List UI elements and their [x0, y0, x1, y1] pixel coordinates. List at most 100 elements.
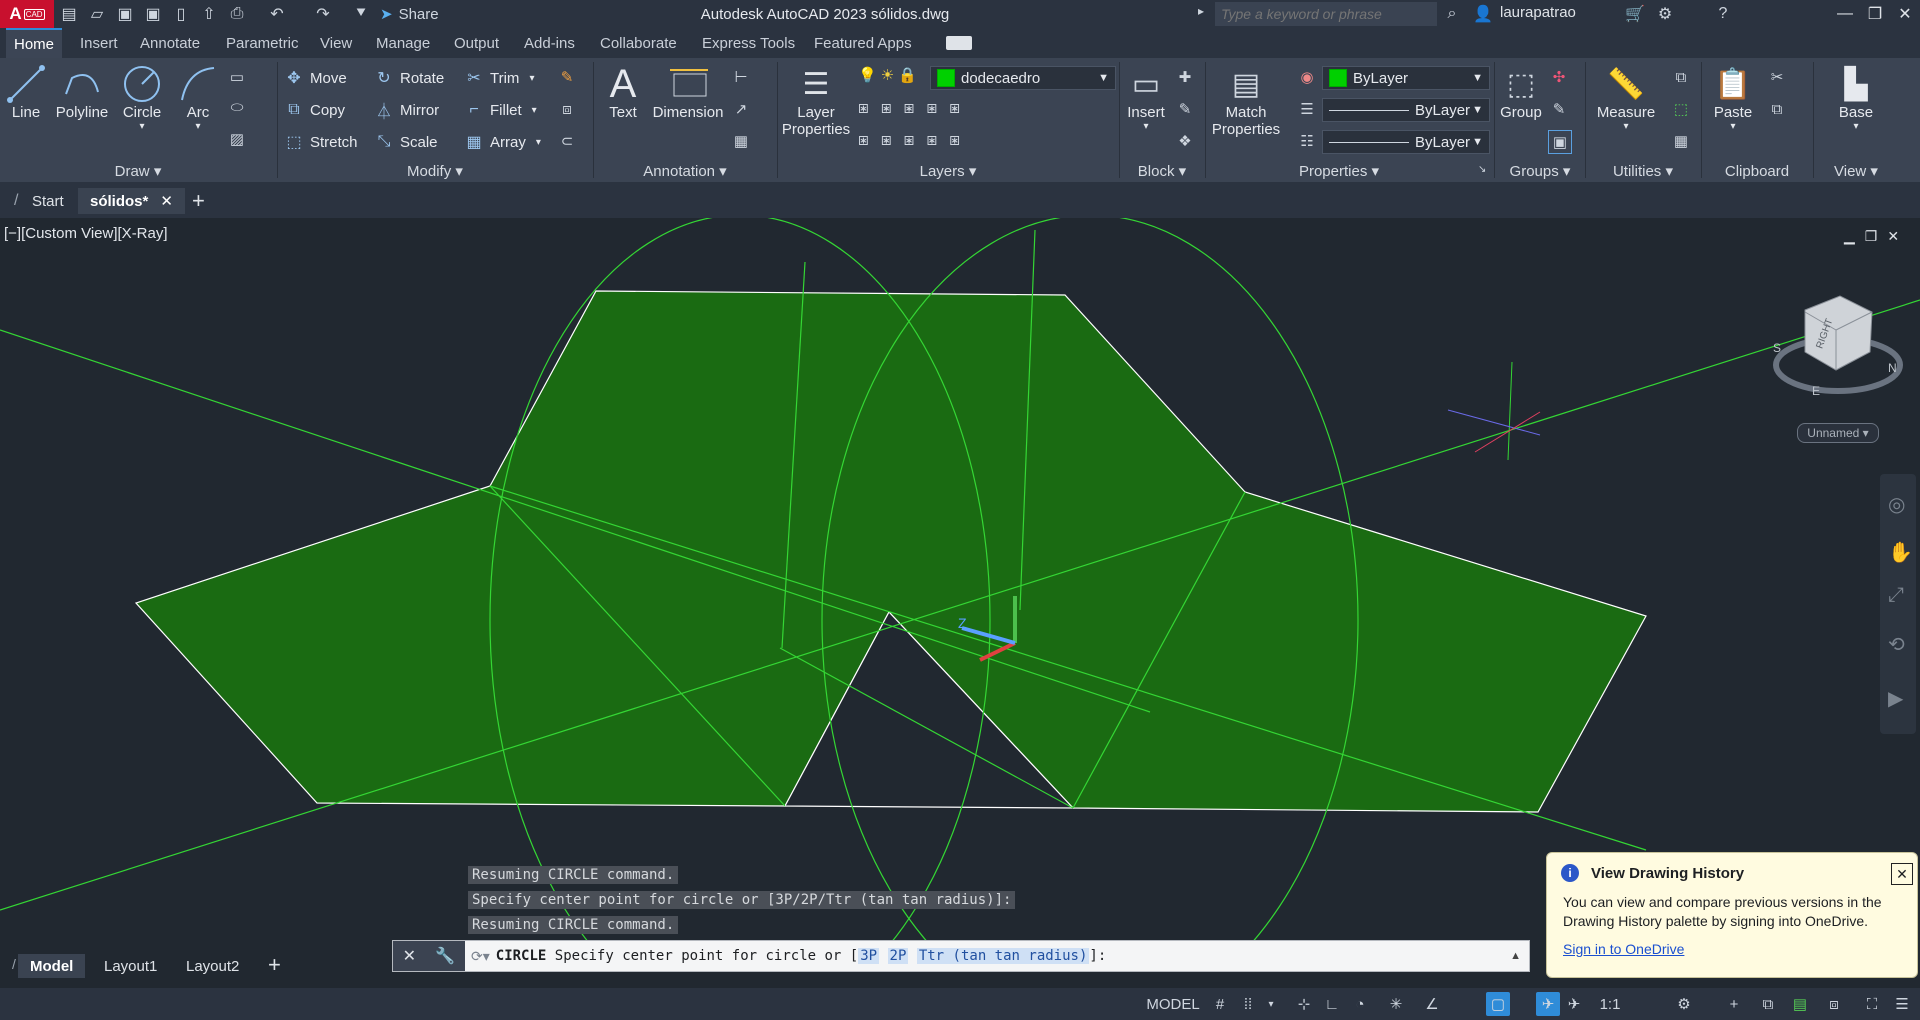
tab-solidos[interactable]: sólidos* ✕: [78, 188, 185, 214]
groups-panel-title[interactable]: Groups ▾: [1496, 161, 1584, 181]
viewport-close-icon[interactable]: ✕: [1887, 228, 1899, 245]
showmotion-icon[interactable]: ▶: [1888, 686, 1903, 711]
restore-icon[interactable]: ❐: [1860, 0, 1890, 28]
drawing-canvas[interactable]: Z RIGHT S N E: [0, 218, 1920, 948]
object-snap-tracking-icon[interactable]: ∠: [1420, 992, 1444, 1016]
option-3p[interactable]: 3P: [858, 948, 880, 964]
tab-parametric[interactable]: Parametric: [218, 28, 307, 58]
snap-icon[interactable]: ⁞⁞: [1236, 992, 1260, 1016]
tab-menu-icon[interactable]: /: [12, 956, 16, 972]
lightbulb-icon[interactable]: 💡: [858, 66, 877, 84]
polar-tracking-icon[interactable]: ◔: [1348, 992, 1372, 1016]
circle-button[interactable]: Circle ▾: [116, 64, 168, 132]
autodesk-app-icon[interactable]: ⚙: [1654, 3, 1676, 25]
user-icon[interactable]: 👤: [1472, 3, 1494, 25]
layer-tool-icon[interactable]: ⧆: [904, 98, 915, 118]
command-line[interactable]: ✕ 🔧 ⟳▾ CIRCLE Specify center point for c…: [392, 940, 1530, 972]
group-edit-icon[interactable]: ✎: [1548, 98, 1570, 120]
pan-hand-icon[interactable]: ✋: [1888, 540, 1913, 565]
ungroup-icon[interactable]: ✣: [1548, 66, 1570, 88]
insert-button[interactable]: ▭ Insert ▾: [1122, 64, 1170, 133]
dimension-button[interactable]: Dimension: [652, 64, 724, 121]
erase-icon[interactable]: ✎: [556, 66, 578, 88]
group-select-icon[interactable]: ▣: [1548, 130, 1572, 154]
steering-wheel-icon[interactable]: ◎: [1888, 492, 1905, 517]
stretch-button[interactable]: ⬚ Stretch: [284, 130, 357, 154]
measure-button[interactable]: 📏 Measure ▾: [1590, 64, 1662, 133]
line-button[interactable]: Line: [6, 64, 46, 121]
lineweight-icon[interactable]: ☷: [1296, 130, 1318, 152]
search-box[interactable]: [1215, 2, 1437, 26]
dynamic-ucs-icon[interactable]: ▢: [1486, 992, 1510, 1016]
close-icon[interactable]: ✕: [1890, 0, 1920, 28]
tab-add-ins[interactable]: Add-ins: [516, 28, 583, 58]
zoom-extents-icon[interactable]: ⤢: [1888, 584, 1904, 607]
close-tab-icon[interactable]: ✕: [160, 192, 173, 210]
layer-tool-icon[interactable]: ⧆: [949, 98, 960, 118]
minimize-icon[interactable]: —: [1830, 0, 1860, 28]
block-panel-title[interactable]: Block ▾: [1120, 161, 1204, 181]
ribbon-display-toggle-icon[interactable]: [946, 36, 972, 50]
viewport-restore-icon[interactable]: ❐: [1865, 228, 1878, 245]
sign-in-onedrive-link[interactable]: Sign in to OneDrive: [1563, 941, 1684, 957]
infer-constraints-icon[interactable]: ⊹: [1292, 992, 1316, 1016]
tab-collaborate[interactable]: Collaborate: [592, 28, 685, 58]
lock-icon[interactable]: 🔒: [898, 66, 917, 84]
layer-tool-icon[interactable]: ⧆: [904, 130, 915, 150]
isodraft-icon[interactable]: ✳: [1384, 992, 1408, 1016]
tab-express-tools[interactable]: Express Tools: [694, 28, 803, 58]
model-space-toggle[interactable]: MODEL: [1144, 992, 1202, 1016]
copy-clip-icon[interactable]: ⧉: [1766, 98, 1788, 120]
tab-output[interactable]: Output: [446, 28, 507, 58]
plus-icon[interactable]: +: [1722, 992, 1746, 1016]
layer-tool-icon[interactable]: ⧆: [881, 130, 892, 150]
trim-button[interactable]: ✂ Trim ▾: [464, 66, 534, 90]
fullscreen-icon[interactable]: ⛶: [1860, 992, 1884, 1016]
color-wheel-icon[interactable]: ◉: [1296, 66, 1318, 88]
ellipse-icon[interactable]: ⬭: [226, 96, 248, 118]
linetype-icon[interactable]: ☰: [1296, 98, 1318, 120]
scale-button[interactable]: ⤡ Scale: [374, 130, 438, 154]
auto-scale-icon[interactable]: ✈: [1562, 992, 1586, 1016]
viewport-label[interactable]: [−][Custom View][X-Ray]: [4, 225, 168, 242]
fillet-button[interactable]: ⌐ Fillet ▾: [464, 98, 536, 122]
calculator-icon[interactable]: ▦: [1670, 130, 1692, 152]
close-command-icon[interactable]: ✕: [403, 946, 416, 966]
draw-panel-title[interactable]: Draw ▾: [0, 161, 276, 181]
rectangle-icon[interactable]: ▭: [226, 66, 248, 88]
properties-panel-title[interactable]: Properties ▾: [1206, 161, 1472, 181]
rotate-button[interactable]: ↻ Rotate: [374, 66, 444, 90]
isolate-objects-icon[interactable]: ⧉: [1756, 992, 1780, 1016]
command-history-toggle-icon[interactable]: ▲: [1510, 950, 1521, 962]
tab-view[interactable]: View: [312, 28, 360, 58]
layer-tool-icon[interactable]: ⧆: [881, 98, 892, 118]
linetype-dropdown[interactable]: ByLayer ▼: [1322, 98, 1490, 122]
create-block-icon[interactable]: ✚: [1174, 66, 1196, 88]
layers-panel-title[interactable]: Layers ▾: [778, 161, 1118, 181]
annotation-visibility-icon[interactable]: ✈: [1536, 992, 1560, 1016]
grid-icon[interactable]: #: [1208, 992, 1232, 1016]
expand-search-icon[interactable]: ▸: [1198, 4, 1204, 18]
option-2p[interactable]: 2P: [887, 948, 909, 964]
edit-block-icon[interactable]: ✎: [1174, 98, 1196, 120]
polyline-button[interactable]: Polyline: [52, 64, 112, 121]
edit-attributes-icon[interactable]: ❖: [1174, 130, 1196, 152]
sun-icon[interactable]: ☀: [881, 66, 894, 84]
table-icon[interactable]: ▦: [730, 130, 752, 152]
tab-model[interactable]: Model: [18, 954, 86, 978]
array-button[interactable]: ▦ Array ▾: [464, 130, 540, 154]
tab-home[interactable]: Home: [6, 28, 62, 58]
linear-dimension-icon[interactable]: ⊢: [730, 66, 752, 88]
named-view-dropdown[interactable]: Unnamed ▾: [1797, 423, 1879, 443]
mirror-button[interactable]: ⏃ Mirror: [374, 98, 439, 122]
close-notification-icon[interactable]: ✕: [1891, 863, 1913, 885]
lineweight-dropdown[interactable]: ByLayer ▼: [1322, 130, 1490, 154]
annotation-panel-title[interactable]: Annotation ▾: [594, 161, 776, 181]
new-tab-plus-icon[interactable]: +: [192, 188, 205, 214]
paste-button[interactable]: 📋 Paste ▾: [1708, 64, 1758, 133]
orbit-icon[interactable]: ⟲: [1888, 632, 1905, 657]
tab-featured-apps[interactable]: Featured Apps: [806, 28, 920, 58]
group-button[interactable]: ⬚ Group: [1498, 64, 1544, 122]
tab-annotate[interactable]: Annotate: [132, 28, 208, 58]
panel-launcher-icon[interactable]: ↘: [1478, 164, 1486, 175]
